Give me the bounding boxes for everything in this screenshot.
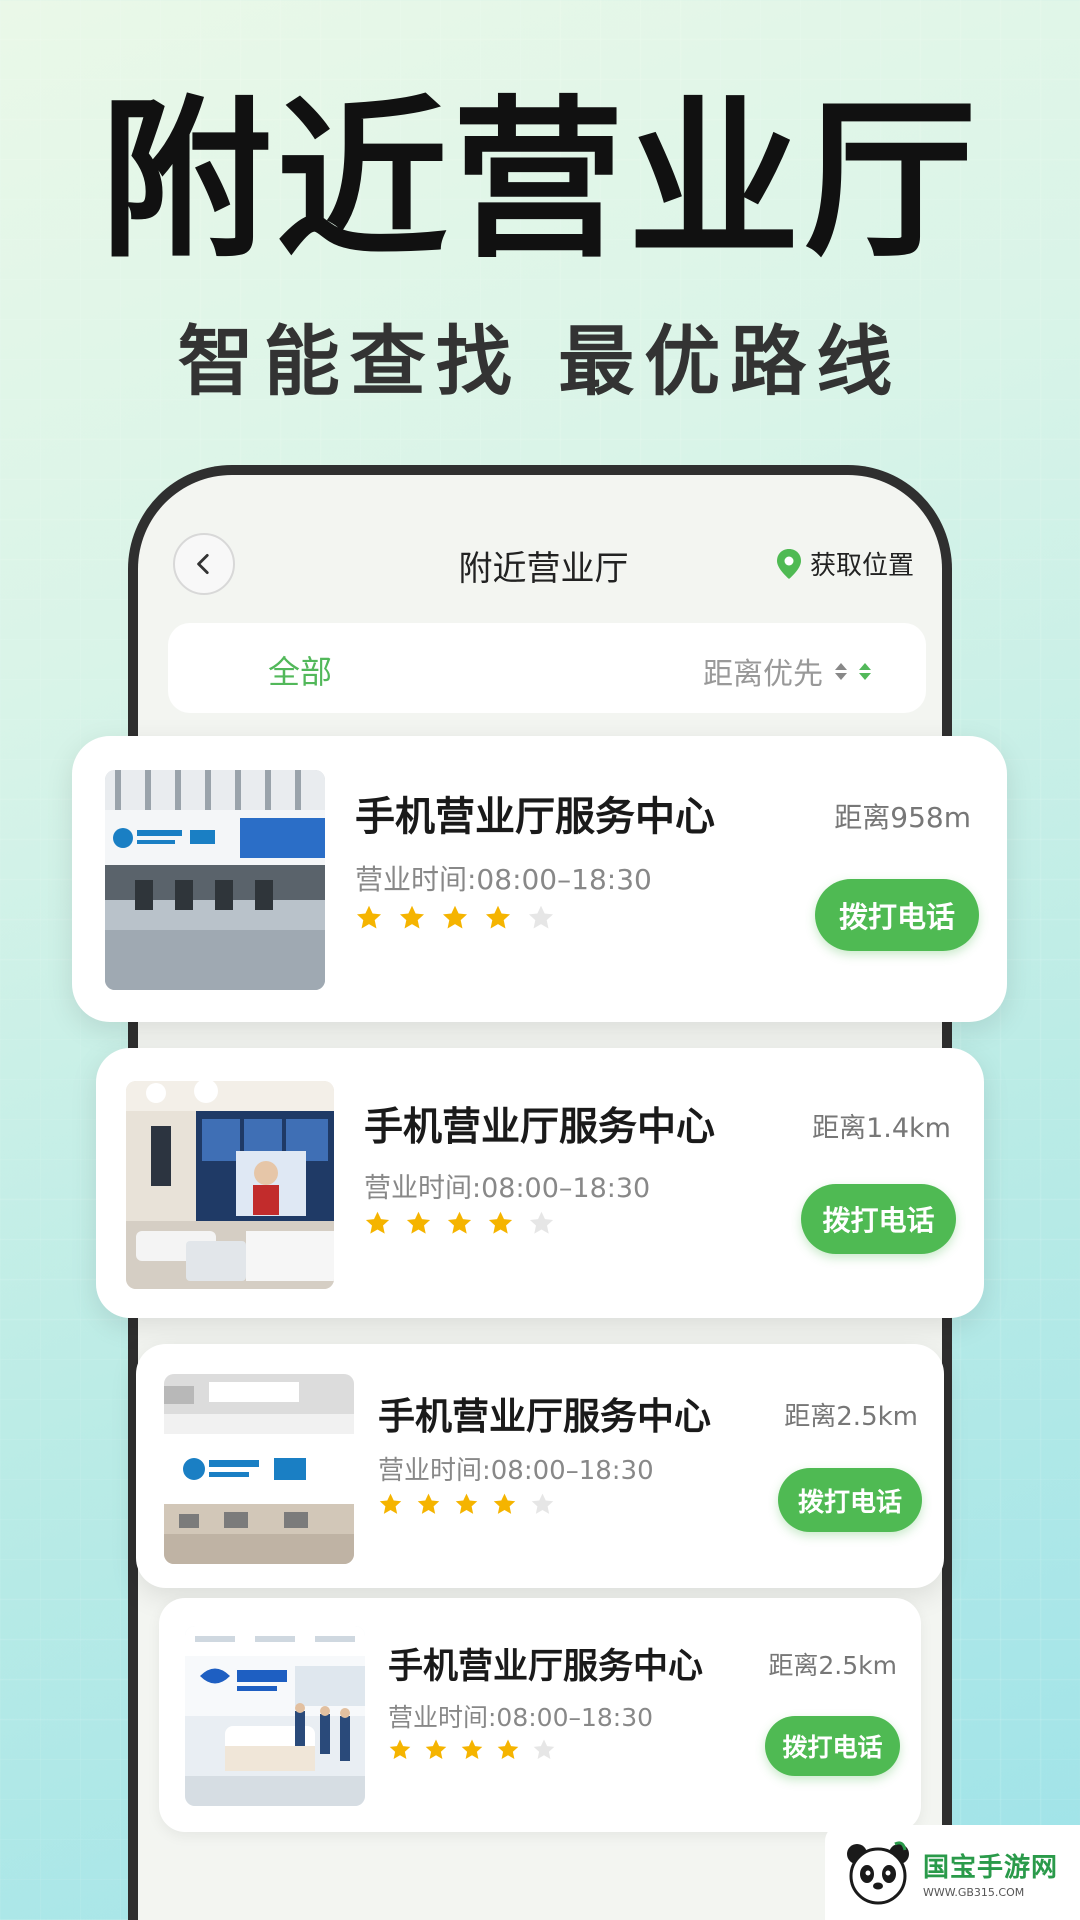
sort-by-distance[interactable]: 距离优先: [703, 649, 871, 693]
star-icon: [528, 1210, 555, 1237]
promo-headline: 附近营业厅: [100, 80, 980, 281]
store-card[interactable]: 手机营业厅服务中心 距离1.4km 营业时间:08:00–18:30 拨打电话: [96, 1048, 984, 1318]
store-distance: 距离1.4km: [812, 1113, 951, 1144]
store-photo: [126, 1081, 334, 1289]
call-button[interactable]: 拨打电话: [778, 1468, 922, 1532]
star-icon: [446, 1210, 473, 1237]
nav-bar: 附近营业厅 获取位置: [173, 533, 914, 595]
star-icon: [364, 1210, 391, 1237]
store-name: 手机营业厅服务中心: [378, 1395, 711, 1438]
star-icon: [424, 1738, 448, 1762]
store-card[interactable]: 手机营业厅服务中心 距离2.5km 营业时间:08:00–18:30 拨打电话: [159, 1598, 921, 1832]
store-rating: [355, 904, 555, 932]
call-button[interactable]: 拨打电话: [765, 1716, 900, 1776]
store-card[interactable]: 手机营业厅服务中心 距离2.5km 营业时间:08:00–18:30 拨打电话: [136, 1344, 944, 1588]
store-card[interactable]: 手机营业厅服务中心 距离958m 营业时间:08:00–18:30 拨打电话: [72, 736, 1007, 1022]
site-watermark: 国宝手游网 WWW.GB315.COM: [825, 1825, 1080, 1920]
star-icon: [355, 904, 383, 932]
filter-all-tab[interactable]: 全部: [268, 647, 332, 693]
store-hours: 营业时间:08:00–18:30: [355, 863, 652, 896]
store-rating: [378, 1492, 555, 1517]
store-name: 手机营业厅服务中心: [388, 1647, 704, 1687]
star-icon: [416, 1492, 441, 1517]
star-icon: [441, 904, 469, 932]
promo-subline: 智能查找 最优路线: [177, 317, 903, 406]
location-label: 获取位置: [809, 551, 914, 581]
star-icon: [398, 904, 426, 932]
star-icon: [530, 1492, 555, 1517]
get-location-button[interactable]: 获取位置: [776, 545, 914, 582]
store-name: 手机营业厅服务中心: [364, 1105, 716, 1150]
filter-bar: 全部 距离优先: [168, 623, 926, 713]
store-hours: 营业时间:08:00–18:30: [378, 1456, 654, 1486]
store-rating: [388, 1738, 556, 1762]
star-icon: [454, 1492, 479, 1517]
star-icon: [487, 1210, 514, 1237]
star-icon: [405, 1210, 432, 1237]
star-icon: [492, 1492, 517, 1517]
store-distance: 距离958m: [834, 801, 971, 834]
star-icon: [388, 1738, 412, 1762]
sort-arrows-icon: [835, 662, 847, 680]
store-distance: 距离2.5km: [784, 1402, 918, 1432]
sort-label: 距离优先: [703, 657, 823, 692]
store-hours: 营业时间:08:00–18:30: [364, 1173, 651, 1204]
store-photo: [164, 1374, 354, 1564]
star-icon: [527, 904, 555, 932]
location-pin-icon: [776, 548, 801, 579]
panda-logo-icon: [847, 1840, 909, 1904]
store-photo: [105, 770, 325, 990]
call-button[interactable]: 拨打电话: [801, 1184, 956, 1254]
watermark-title: 国宝手游网: [923, 1852, 1059, 1883]
store-distance: 距离2.5km: [768, 1651, 897, 1680]
store-name: 手机营业厅服务中心: [355, 794, 715, 840]
star-icon: [484, 904, 512, 932]
store-rating: [364, 1210, 555, 1237]
store-photo: [185, 1626, 365, 1806]
star-icon: [496, 1738, 520, 1762]
star-icon: [532, 1738, 556, 1762]
star-icon: [378, 1492, 403, 1517]
star-icon: [460, 1738, 484, 1762]
sort-arrows-icon: [859, 662, 871, 680]
call-button[interactable]: 拨打电话: [815, 879, 979, 951]
store-hours: 营业时间:08:00–18:30: [388, 1703, 654, 1732]
watermark-url: WWW.GB315.COM: [923, 1885, 1025, 1899]
